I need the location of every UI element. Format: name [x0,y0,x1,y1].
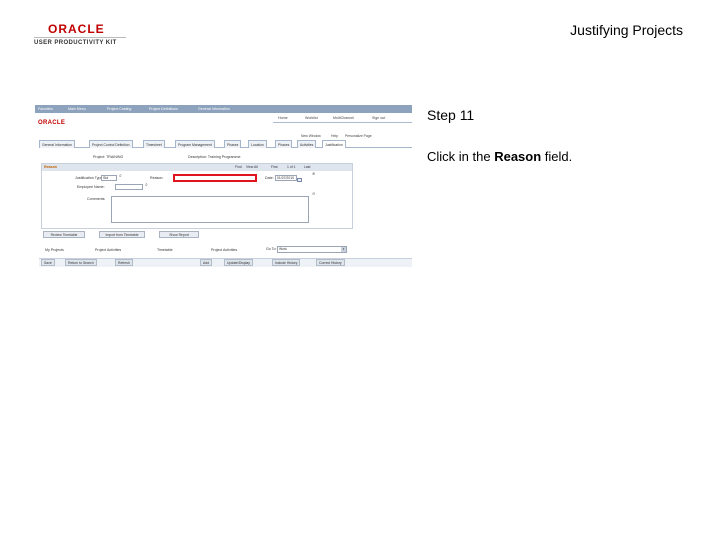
application-screenshot: Favorites Main Menu Project Costing Proj… [35,105,412,270]
goto-select[interactable]: Work ▾ [277,246,347,253]
upk-logo-text: USER PRODUCTIVITY KIT [34,40,117,46]
nav-favorites[interactable]: Favorites [38,107,53,111]
tab-project-control-definition[interactable]: Project Control Definition [89,140,133,148]
reason-field[interactable] [173,174,257,182]
employee-name-field[interactable] [115,184,143,190]
header-rule [273,122,412,123]
add-button[interactable]: Add [200,259,213,266]
tab-timesheet[interactable]: Timesheet [143,140,165,148]
instruction-suffix: field. [541,149,573,164]
reason-label: Reason: [150,176,164,180]
instruction-field-name: Reason [494,149,542,164]
step-label: Step 11 [427,107,475,123]
tab-justification[interactable]: Justification [322,140,346,148]
page-title: Justifying Projects [570,22,683,38]
instruction-prefix: Click in the [427,149,495,164]
step-instruction: Click in the Reason field. [427,149,572,164]
comments-textarea[interactable] [111,196,309,223]
link-help[interactable]: Help [331,134,338,138]
chevron-down-icon[interactable]: ▾ [341,247,346,252]
date-field[interactable]: 01/07/2010 [275,175,297,181]
search-lookup-icon[interactable]: ⌕ [145,183,148,188]
panel-header: Reason Find View All First 1 of 1 Last [42,164,352,171]
link-project-activities-2[interactable]: Project Activities [211,248,237,252]
return-to-search-button[interactable]: Return to Search [65,259,97,266]
project-label: Project: TRAINING [93,155,124,159]
tab-row: General Information Project Control Defi… [39,140,412,148]
show-report-button[interactable]: Show Report [159,231,199,238]
nav-main-menu[interactable]: Main Menu [68,107,86,111]
date-label: Date: [265,176,274,180]
link-worklist[interactable]: Worklist [305,116,318,120]
oracle-upk-logo: ORACLE USER PRODUCTIVITY KIT [34,23,126,47]
link-multichannel[interactable]: MultiChannel [333,116,354,120]
app-oracle-logo: ORACLE [38,120,66,126]
add-row-icon[interactable]: ⊕ [312,172,315,176]
correct-history-button[interactable]: Correct History [316,259,345,266]
nav-project-definitions[interactable]: Project Definitions [149,107,178,111]
panel-record-count: 1 of 1 [287,165,296,169]
link-personalize-page[interactable]: Personalize Page [345,134,372,138]
oracle-logo-text: ORACLE [48,22,105,36]
breadcrumb-nav-bar: Favorites Main Menu Project Costing Proj… [35,105,412,113]
tab-phases[interactable]: Phases [224,140,242,148]
panel-first-link[interactable]: First [271,165,278,169]
calendar-icon[interactable] [297,178,302,182]
goto-label: Go To: [266,247,277,251]
panel-find-link[interactable]: Find [235,165,242,169]
link-home[interactable]: Home [278,116,288,120]
link-sign-out[interactable]: Sign out [372,116,385,120]
refresh-button[interactable]: Refresh [115,259,133,266]
save-button[interactable]: Save [41,259,55,266]
review-timetable-button[interactable]: Review Timetable [43,231,85,238]
tab-location[interactable]: Location [248,140,267,148]
tab-program-management[interactable]: Program Management [175,140,215,148]
panel-last-link[interactable]: Last [304,165,310,169]
tab-phases-2[interactable]: Phases [275,140,293,148]
panel-title: Reason [44,165,57,169]
include-history-button[interactable]: Include History [272,259,301,266]
justification-type-field[interactable]: Std [101,175,117,181]
nav-project-costing[interactable]: Project Costing [107,107,131,111]
project-description: Description: Training Programme [188,155,241,159]
panel-view-all-link[interactable]: View All [246,165,258,169]
nav-general-information[interactable]: General Information [198,107,230,111]
link-timetable[interactable]: Timetable [157,248,173,252]
goto-select-value: Work [279,247,287,251]
search-lookup-icon[interactable]: ⌕ [119,174,122,179]
delete-row-icon[interactable]: ⊖ [312,192,315,196]
logo-divider [34,37,126,38]
tab-general-information[interactable]: General Information [39,140,75,148]
comments-label: Comments: [87,197,106,201]
justification-type-label: Justification Type: [75,176,104,180]
tab-activities[interactable]: Activities [297,140,317,148]
employee-name-label: Employee Name: [77,185,105,189]
import-timetable-button[interactable]: Import from Timetable [99,231,145,238]
update-display-button[interactable]: Update/Display [224,259,253,266]
link-new-window[interactable]: New Window [301,134,321,138]
link-my-projects[interactable]: My Projects [45,248,64,252]
link-project-activities[interactable]: Project Activities [95,248,121,252]
